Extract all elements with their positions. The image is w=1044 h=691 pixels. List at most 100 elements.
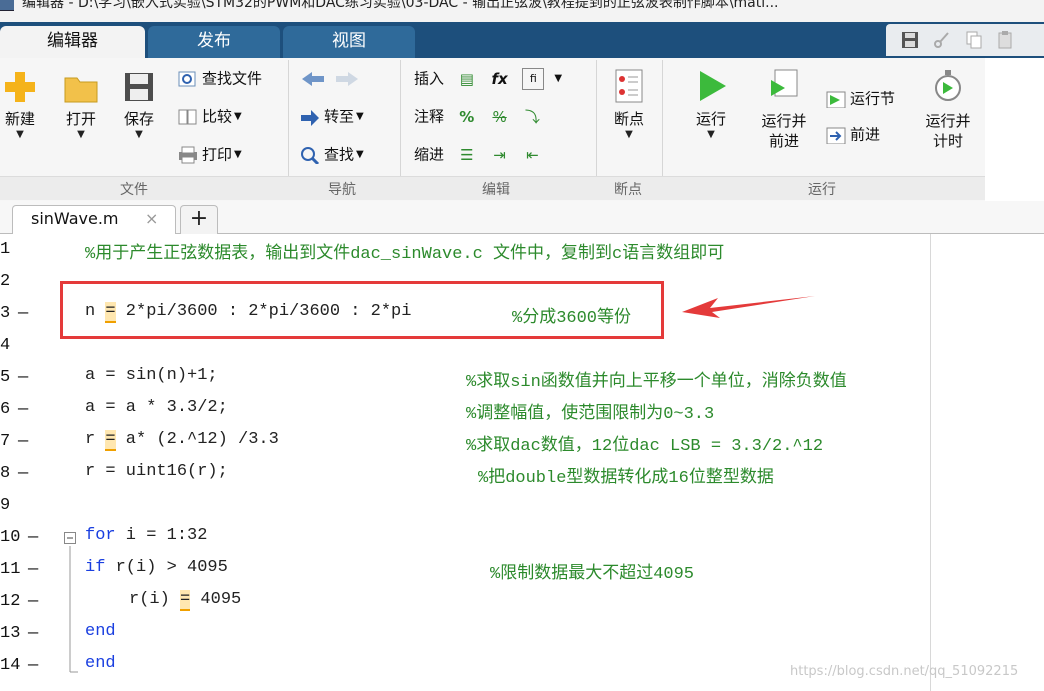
new-button[interactable]: 新建 ▼ bbox=[2, 70, 38, 142]
fx-icon[interactable]: fx bbox=[490, 69, 510, 89]
window-title-bar: 编辑器 - D:\学习\嵌入式实验\STM32的PWM和DAC练习实验\03-D… bbox=[0, 0, 1044, 22]
new-plus-icon bbox=[5, 72, 35, 102]
file-tab-bar: sinWave.m × + bbox=[0, 201, 1044, 234]
indent-row[interactable]: 缩进 ☰ ⇥ ⇤ bbox=[414, 142, 550, 166]
code-line: 7 — r = a* (2.^12) /3.3 %求取dac数值，12位dac … bbox=[0, 426, 1044, 458]
code-text: a = a * 3.3/2; bbox=[85, 398, 228, 417]
code-text: for i = 1:32 bbox=[85, 526, 208, 545]
save-quick-icon[interactable] bbox=[900, 30, 920, 50]
executable-marker: — bbox=[18, 432, 29, 451]
warning-underline[interactable]: = bbox=[105, 430, 116, 451]
fold-guide-line bbox=[69, 546, 78, 673]
editor-ribbon: 新建 ▼ 打开 ▼ 保存 ▼ 查找文件 比较 ▼ 打印 ▼ 转至 ▼ 查找 ▼ 插入 ▤… bbox=[0, 58, 985, 202]
find-files-button[interactable]: 查找文件 bbox=[178, 66, 262, 90]
find-button[interactable]: 查找 ▼ bbox=[300, 142, 364, 166]
executable-marker: — bbox=[18, 400, 29, 419]
print-button[interactable]: 打印 ▼ bbox=[178, 142, 242, 166]
advance-icon bbox=[826, 127, 846, 144]
warning-underline[interactable]: = bbox=[180, 590, 191, 611]
find-files-icon bbox=[178, 71, 196, 86]
save-button[interactable]: 保存 ▼ bbox=[118, 70, 160, 142]
code-text: r(i) = 4095 bbox=[129, 590, 242, 611]
code-text: end bbox=[85, 622, 116, 641]
code-line: 6 — a = a * 3.3/2; %调整幅值，使范围限制为0~3.3 bbox=[0, 394, 1044, 426]
file-tab-sinwave[interactable]: sinWave.m × bbox=[12, 205, 176, 234]
code-comment: %限制数据最大不超过4095 bbox=[490, 565, 695, 584]
back-forward-arrows-icon bbox=[302, 71, 358, 86]
code-line: 12 — r(i) = 4095 bbox=[0, 586, 1044, 618]
executable-marker: — bbox=[28, 528, 39, 547]
line-number: 14 bbox=[0, 656, 21, 675]
group-label-edit: 编辑 bbox=[482, 182, 510, 198]
annotation-arrow-icon bbox=[682, 296, 815, 318]
executable-marker: — bbox=[18, 304, 29, 323]
code-line: 1 %用于产生正弦数据表，输出到文件dac_sinWave.c 文件中，复制到c… bbox=[0, 234, 1044, 266]
copy-quick-icon[interactable] bbox=[964, 30, 984, 50]
uncomment-percent-icon[interactable]: % bbox=[490, 107, 510, 127]
run-time-stopwatch-icon bbox=[935, 70, 961, 101]
code-comment: %调整幅值，使范围限制为0~3.3 bbox=[466, 405, 715, 424]
open-button[interactable]: 打开 ▼ bbox=[60, 70, 102, 142]
code-text: r = a* (2.^12) /3.3 bbox=[85, 430, 279, 451]
ribbon-group-labels: 文件 导航 编辑 断点 运行 bbox=[0, 176, 985, 200]
line-number: 12 bbox=[0, 592, 21, 611]
run-advance-icon bbox=[771, 69, 798, 97]
run-and-time-button[interactable]: 运行并 计时 bbox=[920, 68, 976, 150]
line-number: 6 bbox=[0, 400, 11, 419]
executable-marker: — bbox=[18, 368, 29, 387]
code-text: r = uint16(r); bbox=[85, 462, 228, 481]
line-number: 7 bbox=[0, 432, 11, 451]
cut-quick-icon[interactable] bbox=[932, 30, 952, 50]
folder-icon bbox=[64, 77, 98, 103]
watermark: https://blog.csdn.net/qq_51092215 bbox=[790, 664, 1019, 679]
run-button[interactable]: 运行 ▼ bbox=[688, 68, 734, 142]
goto-button[interactable]: 转至 ▼ bbox=[300, 104, 364, 128]
insert-row[interactable]: 插入 ▤ fx fi ▼ bbox=[414, 66, 562, 90]
line-number: 1 bbox=[0, 240, 11, 259]
advance-button[interactable]: 前进 bbox=[826, 122, 880, 146]
executable-marker: — bbox=[28, 560, 39, 579]
line-number: 2 bbox=[0, 272, 11, 291]
executable-marker: — bbox=[18, 464, 29, 483]
run-play-icon bbox=[700, 71, 726, 101]
code-comment: %用于产生正弦数据表，输出到文件dac_sinWave.c 文件中，复制到c语言… bbox=[85, 245, 725, 264]
compare-button[interactable]: 比较 ▼ bbox=[178, 104, 242, 128]
tab-view[interactable]: 视图 bbox=[283, 26, 415, 58]
insert-section-icon[interactable]: ▤ bbox=[457, 69, 477, 89]
comment-percent-icon[interactable]: % bbox=[457, 107, 477, 127]
code-line: 5 — a = sin(n)+1; %求取sin函数值并向上平移一个单位，消除负… bbox=[0, 362, 1044, 394]
tab-editor[interactable]: 编辑器 bbox=[0, 26, 145, 58]
line-number: 5 bbox=[0, 368, 11, 387]
line-number: 9 bbox=[0, 496, 11, 515]
group-label-breakpoints: 断点 bbox=[614, 182, 642, 198]
code-line: 11 — if r(i) > 4095 %限制数据最大不超过4095 bbox=[0, 554, 1044, 586]
code-comment: %求取dac数值，12位dac LSB = 3.3/2.^12 bbox=[466, 437, 824, 456]
tab-publish[interactable]: 发布 bbox=[148, 26, 280, 58]
code-line: 8 — r = uint16(r); %把double型数据转化成16位整型数据 bbox=[0, 458, 1044, 490]
run-section-button[interactable]: 运行节 bbox=[826, 86, 895, 110]
increase-indent-icon[interactable]: ⇥ bbox=[490, 145, 510, 165]
back-forward-buttons[interactable] bbox=[300, 66, 360, 90]
goto-arrow-icon bbox=[301, 109, 319, 126]
wrap-comment-icon[interactable]: ⤵ bbox=[522, 107, 542, 127]
insert-function-icon[interactable]: fi bbox=[522, 67, 545, 90]
magnifier-icon bbox=[301, 146, 320, 164]
decrease-indent-icon[interactable]: ⇤ bbox=[522, 145, 542, 165]
annotation-highlight-box bbox=[60, 281, 664, 339]
save-disk-icon bbox=[125, 73, 153, 101]
close-tab-icon[interactable]: × bbox=[145, 209, 158, 228]
breakpoints-button[interactable]: 断点 ▼ bbox=[606, 68, 652, 142]
executable-marker: — bbox=[28, 624, 39, 643]
new-tab-button[interactable]: + bbox=[180, 205, 218, 234]
line-number: 13 bbox=[0, 624, 21, 643]
paste-quick-icon[interactable] bbox=[996, 30, 1016, 50]
comment-row[interactable]: 注释 % % ⤵ bbox=[414, 104, 550, 128]
executable-marker: — bbox=[28, 592, 39, 611]
file-tab-name: sinWave.m bbox=[31, 209, 119, 228]
run-and-advance-button[interactable]: 运行并 前进 bbox=[756, 68, 812, 150]
compare-icon bbox=[178, 109, 197, 124]
smart-indent-icon[interactable]: ☰ bbox=[457, 145, 477, 165]
quick-access-toolbar bbox=[886, 24, 1044, 56]
group-label-navigate: 导航 bbox=[328, 182, 356, 198]
code-comment: %求取sin函数值并向上平移一个单位，消除负数值 bbox=[466, 373, 847, 392]
